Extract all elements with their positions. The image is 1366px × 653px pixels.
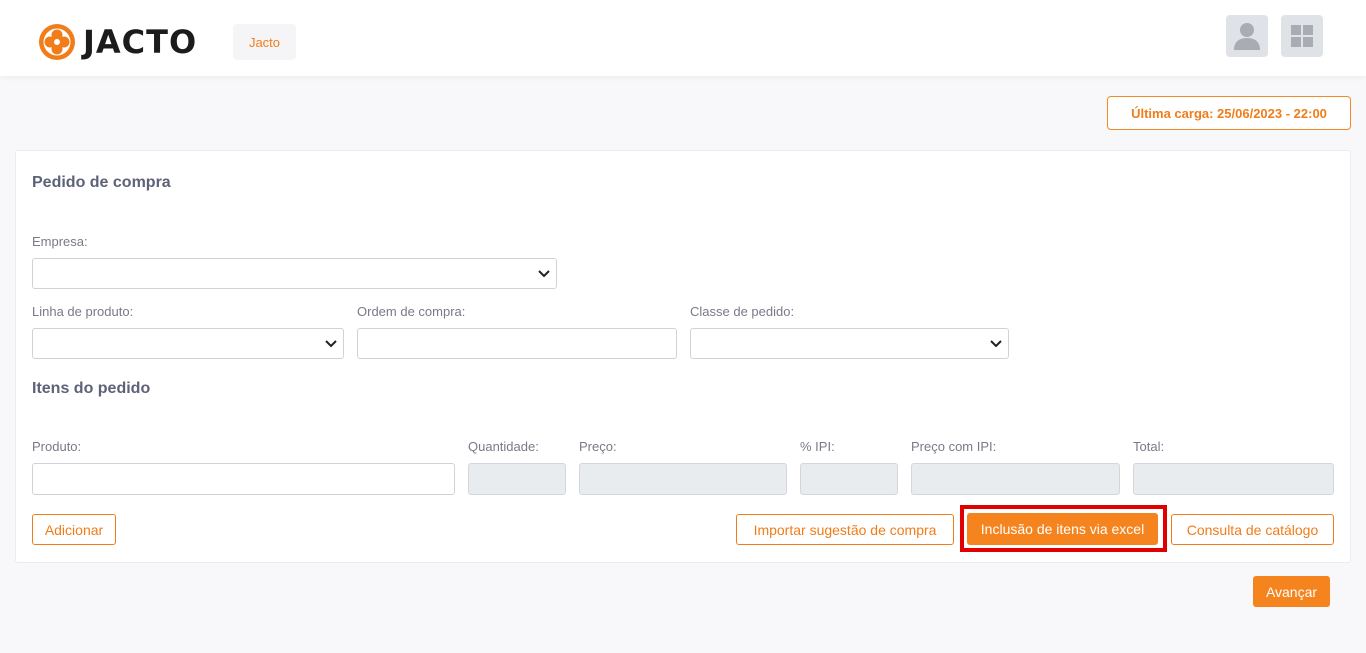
preco-field xyxy=(579,463,787,495)
last-load-badge: Última carga: 25/06/2023 - 22:00 xyxy=(1107,96,1351,130)
ipi-field xyxy=(800,463,898,495)
preco-ipi-label: Preço com IPI: xyxy=(911,439,997,454)
consulta-catalogo-button[interactable]: Consulta de catálogo xyxy=(1171,514,1334,545)
user-profile-button[interactable] xyxy=(1226,15,1268,57)
company-chip[interactable]: Jacto xyxy=(233,24,296,60)
order-section-title: Pedido de compra xyxy=(32,174,171,191)
linha-produto-select[interactable] xyxy=(32,328,344,359)
classe-pedido-label: Classe de pedido: xyxy=(690,304,795,319)
chevron-down-icon xyxy=(538,269,550,277)
ordem-compra-label: Ordem de compra: xyxy=(357,304,466,319)
produto-label: Produto: xyxy=(32,439,82,454)
preco-label: Preço: xyxy=(579,439,617,454)
items-section-title: Itens do pedido xyxy=(32,380,151,397)
total-label: Total: xyxy=(1133,439,1165,454)
adicionar-button[interactable]: Adicionar xyxy=(32,514,116,545)
importar-sugestao-button[interactable]: Importar sugestão de compra xyxy=(736,514,954,545)
apps-menu-button[interactable] xyxy=(1281,15,1323,57)
chevron-down-icon xyxy=(325,339,337,347)
brand-name: JACTO xyxy=(83,23,198,61)
jacto-logo-icon xyxy=(39,24,75,60)
grid-icon xyxy=(1291,25,1313,47)
highlight-frame xyxy=(960,505,1167,552)
quantidade-label: Quantidade: xyxy=(468,439,539,454)
top-header: JACTO Jacto xyxy=(0,0,1366,76)
empresa-label: Empresa: xyxy=(32,234,88,249)
empresa-select[interactable] xyxy=(32,258,557,289)
ipi-label: % IPI: xyxy=(800,439,835,454)
produto-input[interactable] xyxy=(32,463,455,495)
total-field xyxy=(1133,463,1334,495)
chevron-down-icon xyxy=(990,339,1002,347)
avancar-button[interactable]: Avançar xyxy=(1253,576,1330,607)
quantidade-field xyxy=(468,463,566,495)
user-icon xyxy=(1234,23,1260,50)
linha-produto-label: Linha de produto: xyxy=(32,304,134,319)
preco-ipi-field xyxy=(911,463,1120,495)
classe-pedido-select[interactable] xyxy=(690,328,1009,359)
ordem-compra-input[interactable] xyxy=(357,328,677,359)
jacto-logo[interactable]: JACTO xyxy=(38,22,197,62)
